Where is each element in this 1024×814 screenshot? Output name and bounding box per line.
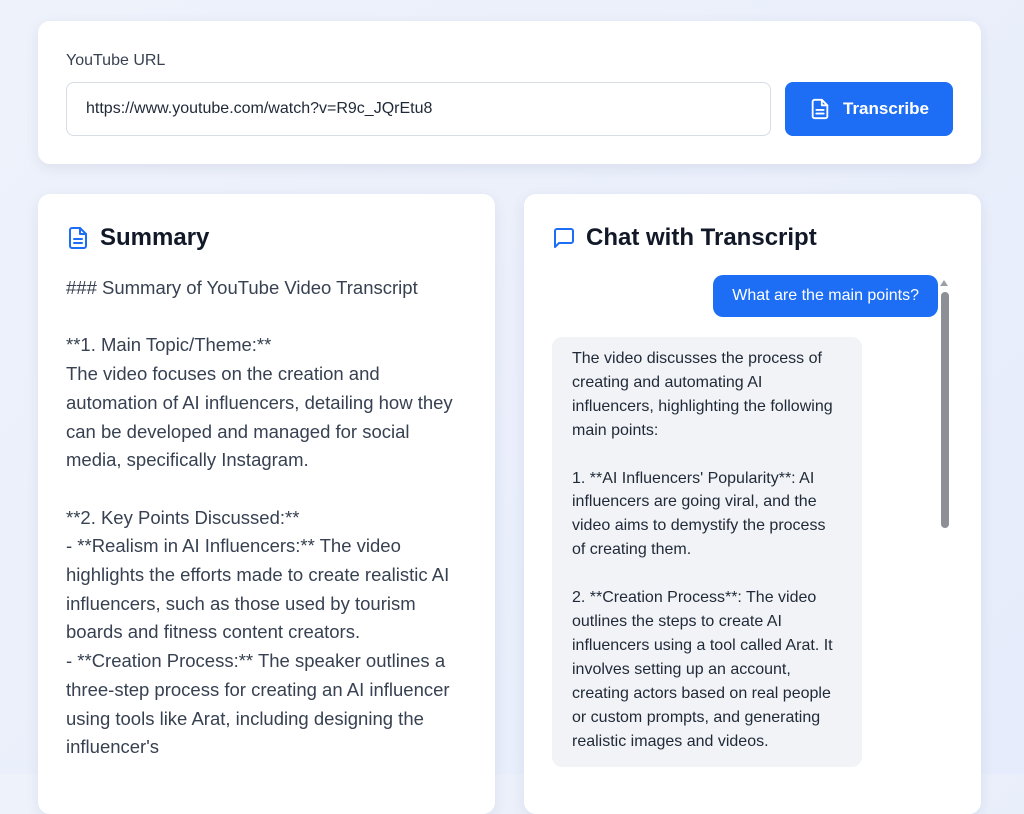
chat-header: Chat with Transcript: [552, 224, 817, 252]
url-form-card: YouTube URL Transcribe: [38, 21, 981, 164]
summary-text: ### Summary of YouTube Video Transcript …: [66, 277, 453, 758]
chat-bubble-icon: [552, 226, 576, 250]
chat-panel: Chat with Transcript What are the main p…: [524, 194, 981, 814]
chat-scrollbar[interactable]: [938, 280, 950, 810]
document-icon: [66, 226, 90, 250]
user-message: What are the main points?: [713, 275, 938, 317]
scroll-up-arrow-icon[interactable]: [940, 280, 948, 286]
transcribe-button-label: Transcribe: [843, 99, 929, 118]
chat-messages[interactable]: What are the main points? The video disc…: [524, 274, 952, 814]
summary-header: Summary: [66, 224, 209, 252]
summary-title: Summary: [100, 224, 210, 251]
document-icon: [809, 98, 831, 120]
chat-title: Chat with Transcript: [586, 224, 817, 251]
url-label: YouTube URL: [66, 52, 166, 69]
summary-panel: Summary ### Summary of YouTube Video Tra…: [38, 194, 495, 814]
scrollbar-thumb[interactable]: [941, 292, 949, 528]
youtube-url-input[interactable]: [66, 82, 771, 136]
assistant-message: The video discusses the process of creat…: [552, 337, 862, 768]
transcribe-button[interactable]: Transcribe: [785, 82, 953, 136]
